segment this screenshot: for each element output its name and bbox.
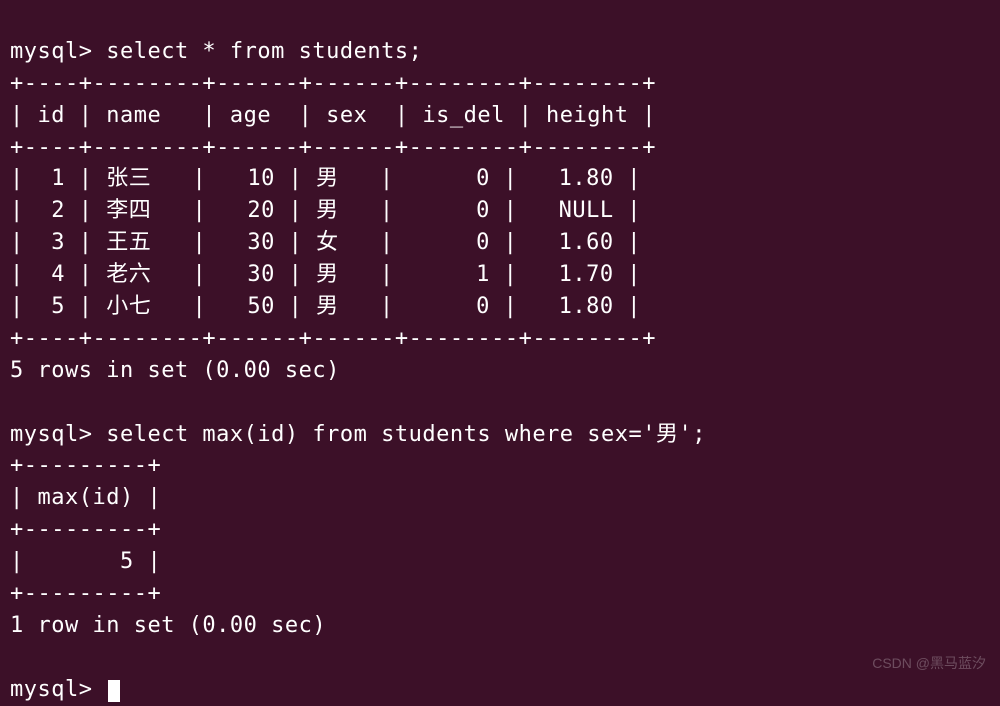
sql-query-1: select * from students;: [106, 39, 422, 64]
cursor[interactable]: [108, 680, 120, 702]
mysql-prompt: mysql>: [10, 39, 106, 64]
table1-border-header: +----+--------+------+------+--------+--…: [10, 135, 656, 160]
table1-row: | 3 | 王五 | 30 | 女 | 0 | 1.60 |: [10, 230, 641, 255]
terminal-output: mysql> select * from students; +----+---…: [10, 4, 990, 706]
watermark: CSDN @黑马蓝汐: [872, 653, 986, 673]
mysql-prompt[interactable]: mysql>: [10, 677, 106, 702]
table2-row: | 5 |: [10, 549, 161, 574]
table1-row: | 2 | 李四 | 20 | 男 | 0 | NULL |: [10, 198, 641, 223]
table2-summary: 1 row in set (0.00 sec): [10, 613, 326, 638]
mysql-prompt: mysql>: [10, 422, 106, 447]
table1-border-bottom: +----+--------+------+------+--------+--…: [10, 326, 656, 351]
table2-border-bottom: +---------+: [10, 581, 161, 606]
sql-query-2: select max(id) from students where sex='…: [106, 422, 706, 447]
table2-border-top: +---------+: [10, 453, 161, 478]
table1-border-top: +----+--------+------+------+--------+--…: [10, 71, 656, 96]
table1-header: | id | name | age | sex | is_del | heigh…: [10, 103, 656, 128]
table1-row: | 1 | 张三 | 10 | 男 | 0 | 1.80 |: [10, 166, 641, 191]
table1-summary: 5 rows in set (0.00 sec): [10, 358, 340, 383]
table2-border-header: +---------+: [10, 517, 161, 542]
table2-header: | max(id) |: [10, 485, 161, 510]
table1-row: | 4 | 老六 | 30 | 男 | 1 | 1.70 |: [10, 262, 641, 287]
table1-row: | 5 | 小七 | 50 | 男 | 0 | 1.80 |: [10, 294, 641, 319]
